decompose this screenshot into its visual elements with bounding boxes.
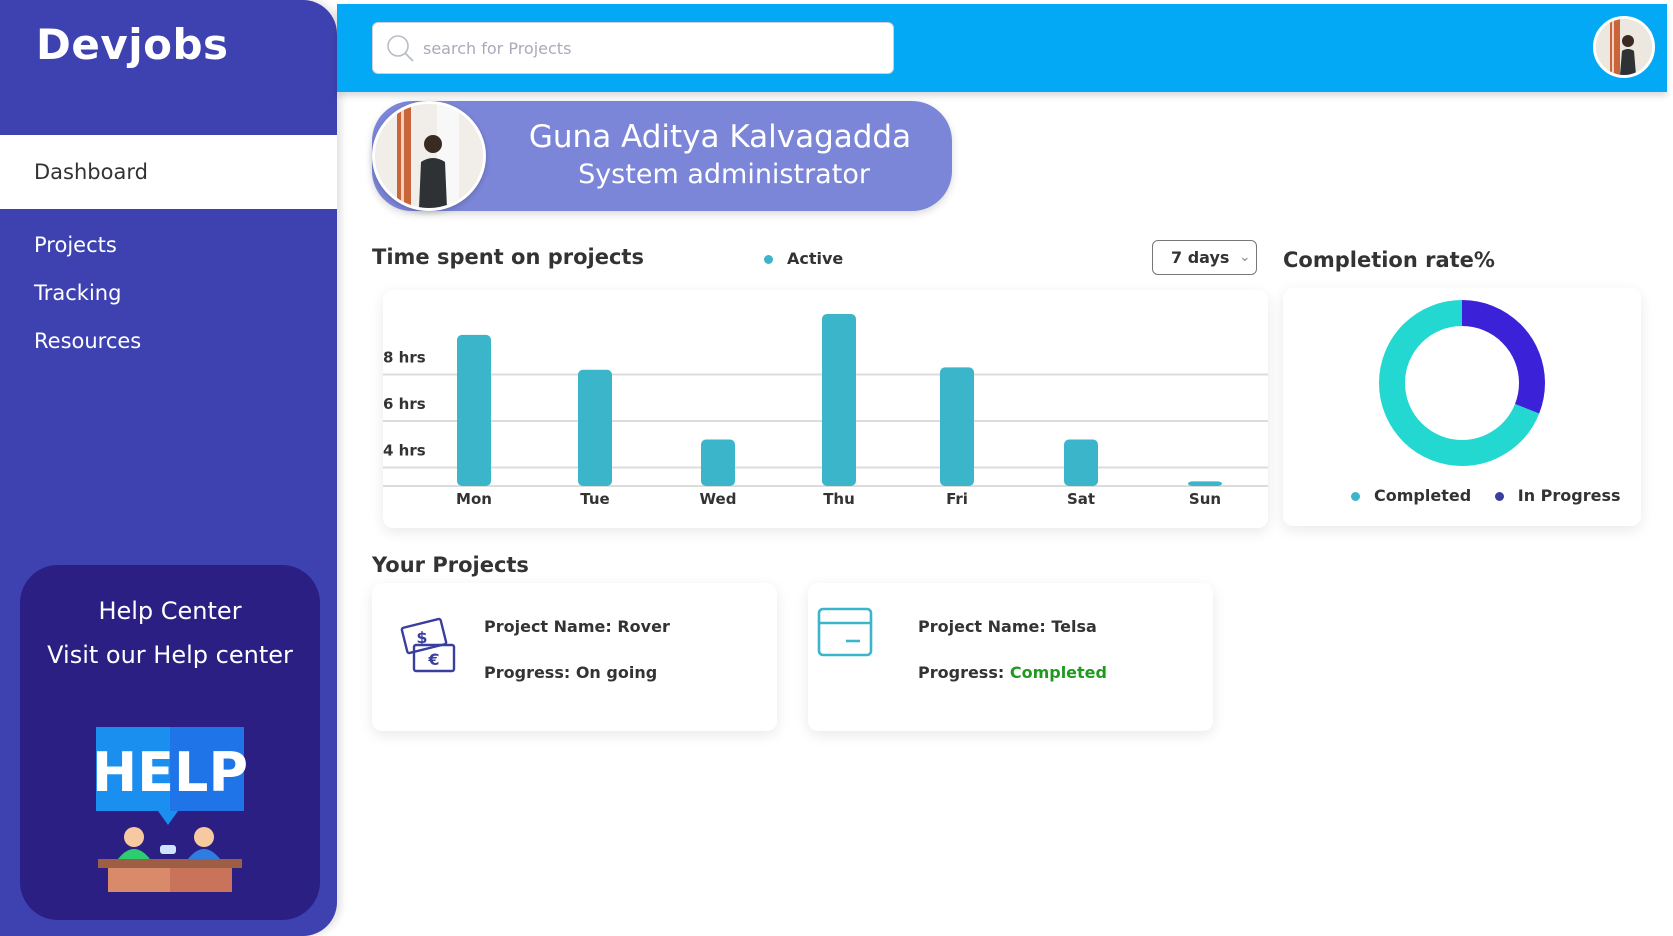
search-icon — [387, 35, 414, 62]
sidebar-nav: Dashboard Projects Tracking Resources — [0, 135, 337, 365]
project-name-value: Telsa — [1051, 617, 1097, 636]
user-photo-icon — [1596, 19, 1652, 75]
chevron-down-icon: ⌄ — [1239, 250, 1251, 265]
x-tick-label: Wed — [700, 490, 737, 508]
project-card-telsa[interactable]: Project Name: Telsa Progress: Completed — [808, 583, 1213, 731]
x-tick-label: Tue — [580, 490, 609, 508]
projects-title: Your Projects — [372, 553, 529, 577]
search-input[interactable] — [423, 38, 893, 58]
top-bar — [337, 4, 1667, 92]
time-chart-title: Time spent on projects — [372, 245, 644, 269]
svg-text:$: $ — [416, 628, 427, 647]
x-tick-label: Fri — [946, 490, 968, 508]
active-legend: Active — [764, 249, 843, 268]
completed-legend-label: Completed — [1374, 486, 1472, 505]
profile-photo-icon — [375, 104, 483, 208]
brand-logo[interactable]: Devjobs — [36, 20, 229, 69]
bar-fri — [940, 367, 974, 486]
completion-card: Completed In Progress — [1283, 288, 1641, 526]
help-center-title: Help Center — [98, 597, 242, 625]
profile-banner: Guna Aditya Kalvagadda System administra… — [372, 101, 952, 211]
sidebar-item-dashboard[interactable]: Dashboard — [0, 135, 337, 209]
bar-thu — [822, 313, 856, 486]
bar-wed — [701, 439, 735, 486]
project-name-label: Project Name: — [484, 617, 612, 636]
sidebar-item-label: Tracking — [34, 281, 122, 305]
project-name-line: Project Name: Telsa — [918, 617, 1097, 636]
sidebar-item-label: Projects — [34, 233, 117, 257]
sidebar-item-resources[interactable]: Resources — [0, 317, 337, 365]
help-center-link[interactable]: Visit our Help center — [20, 641, 320, 669]
active-legend-dot — [764, 255, 773, 264]
credit-card-icon — [817, 607, 873, 657]
sidebar-item-label: Resources — [34, 329, 142, 353]
completion-title: Completion rate% — [1283, 248, 1495, 272]
project-card-rover[interactable]: $ € Project Name: Rover Progress: On goi… — [372, 583, 777, 731]
active-legend-label: Active — [787, 249, 844, 268]
x-tick-label: Sat — [1067, 490, 1095, 508]
profile-avatar[interactable] — [372, 101, 486, 211]
bar-mon — [457, 334, 491, 486]
profile-name: Guna Aditya Kalvagadda — [528, 119, 912, 155]
time-bar-chart: 4 hrs 6 hrs 8 hrs Mon Tue Wed Thu Fri Sat Sun — [383, 313, 1268, 508]
project-progress-label: Progress: — [918, 663, 1005, 682]
project-progress-line: Progress: On going — [484, 663, 657, 682]
project-name-label: Project Name: — [918, 617, 1046, 636]
bar-sat — [1064, 439, 1098, 486]
project-progress-value: Completed — [1009, 663, 1107, 682]
user-avatar[interactable] — [1593, 16, 1655, 78]
range-select-value: 7 days — [1171, 248, 1230, 267]
y-tick-label: 4 hrs — [383, 442, 426, 460]
sidebar-item-tracking[interactable]: Tracking — [0, 269, 337, 317]
project-name-line: Project Name: Rover — [484, 617, 670, 636]
project-progress-label: Progress: — [484, 663, 571, 682]
bar-sun — [1188, 481, 1222, 486]
sidebar-item-label: Dashboard — [34, 160, 148, 184]
y-tick-label: 8 hrs — [383, 349, 426, 367]
search-box[interactable] — [372, 22, 894, 74]
x-tick-label: Mon — [456, 490, 492, 508]
sidebar-item-projects[interactable]: Projects — [0, 221, 337, 269]
completion-donut-chart — [1379, 300, 1545, 466]
money-icon: $ € — [400, 617, 456, 673]
x-tick-label: Thu — [823, 490, 855, 508]
completed-legend-dot — [1351, 492, 1360, 501]
sidebar: Devjobs Dashboard Projects Tracking Reso… — [0, 0, 337, 936]
project-name-value: Rover — [617, 617, 670, 636]
help-illustration-text: HELP — [94, 741, 246, 804]
project-progress-line: Progress: Completed — [918, 663, 1107, 682]
in-progress-legend-label: In Progress — [1517, 486, 1621, 505]
svg-text:€: € — [427, 650, 439, 669]
help-center-card[interactable]: Help Center Visit our Help center HELP — [20, 565, 320, 920]
help-illustration-icon: HELP — [94, 727, 246, 892]
y-tick-label: 6 hrs — [383, 395, 426, 413]
completion-legend: Completed In Progress — [1351, 486, 1639, 505]
project-progress-value: On going — [575, 663, 658, 682]
profile-role: System administrator — [578, 159, 870, 190]
in-progress-legend-dot — [1494, 492, 1504, 501]
range-select[interactable]: 7 days ⌄ — [1152, 240, 1257, 275]
bar-tue — [578, 369, 612, 486]
time-chart-card: 4 hrs 6 hrs 8 hrs Mon Tue Wed Thu Fri Sat Sun — [383, 290, 1268, 528]
x-tick-label: Sun — [1189, 490, 1221, 508]
